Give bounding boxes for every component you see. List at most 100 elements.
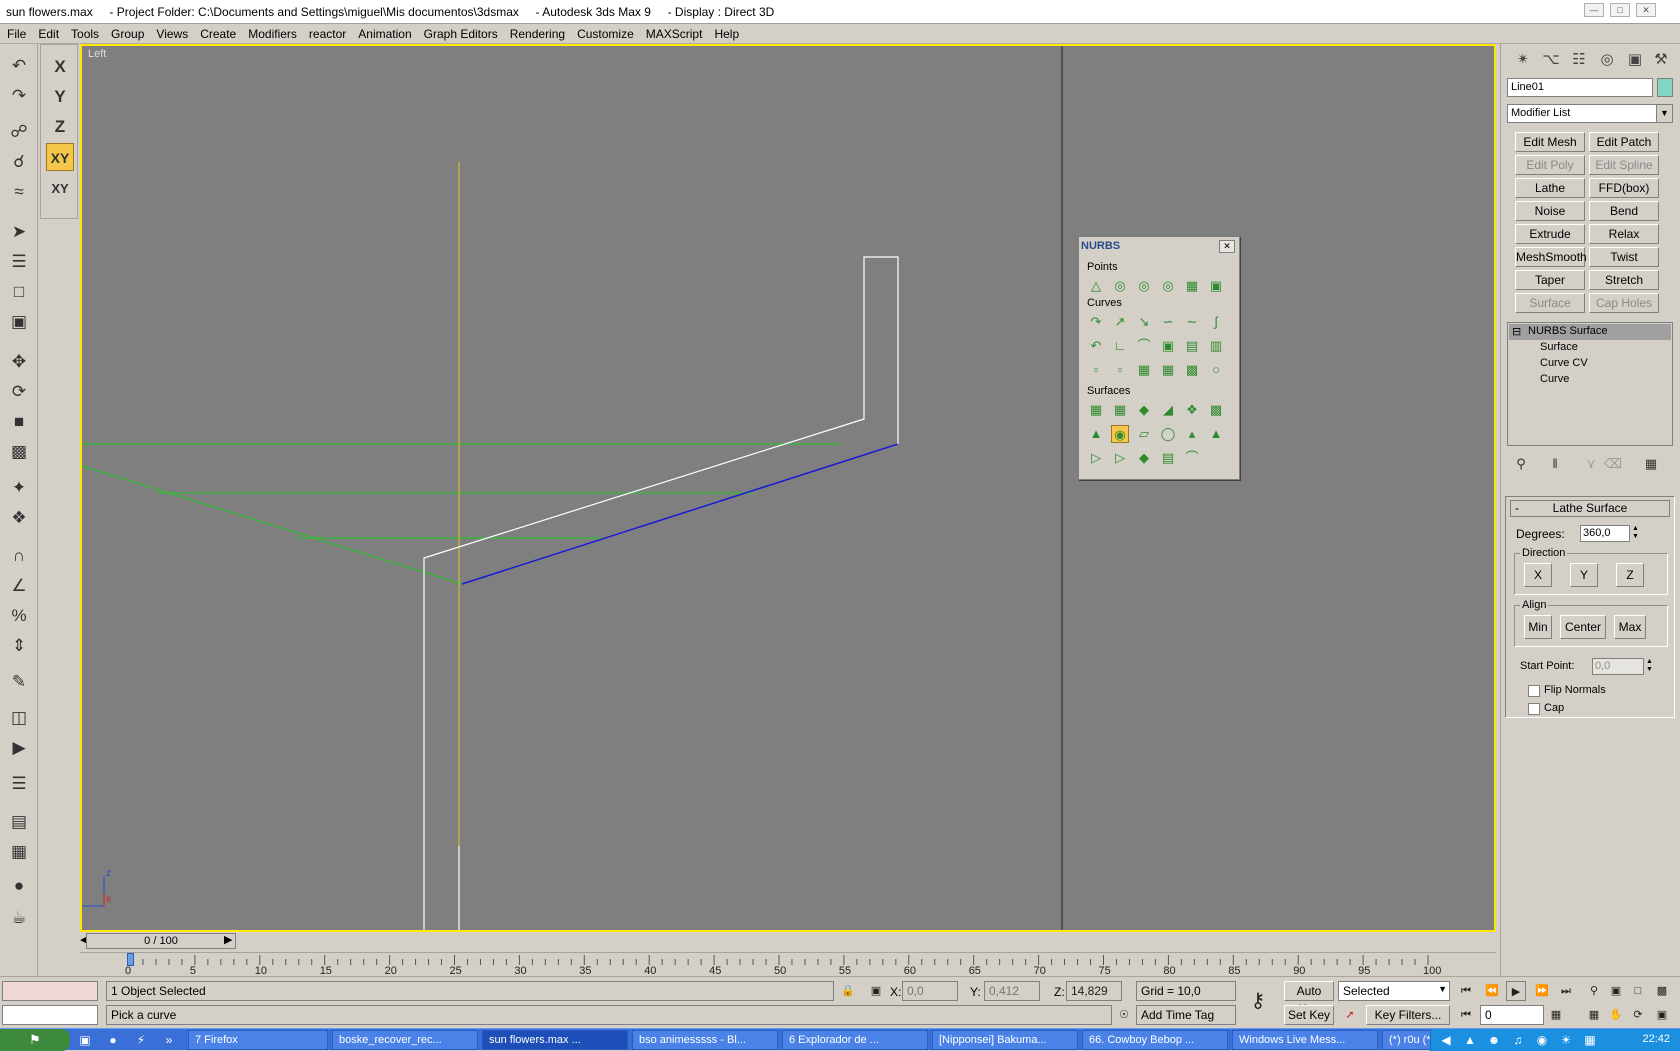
modifier-list-dropdown[interactable]: Modifier List ▼ bbox=[1507, 104, 1673, 123]
task-bso-animes[interactable]: bso animesssss - Bl... bbox=[632, 1030, 778, 1050]
surface-button[interactable]: Surface bbox=[1515, 293, 1585, 313]
u-iso-curve-icon[interactable]: ▤ bbox=[1183, 337, 1201, 355]
stack-item-curve-cv[interactable]: Curve CV bbox=[1540, 357, 1588, 369]
align-center-button[interactable]: Center bbox=[1560, 615, 1606, 639]
close-button[interactable]: ✕ bbox=[1636, 3, 1656, 17]
motion-tab-icon[interactable]: ◎ bbox=[1595, 48, 1619, 72]
viewport-label[interactable]: Left bbox=[88, 48, 106, 60]
remove-modifier-icon[interactable]: ⌫ bbox=[1603, 454, 1623, 474]
percent-snap-icon[interactable]: % bbox=[7, 604, 31, 628]
extrude-button[interactable]: Extrude bbox=[1515, 224, 1585, 244]
stack-expand-icon[interactable]: ⊟ bbox=[1512, 325, 1521, 338]
menu-modifiers[interactable]: Modifiers bbox=[241, 24, 302, 41]
current-frame-marker[interactable] bbox=[127, 953, 134, 966]
restrict-xy-button[interactable]: XY bbox=[46, 143, 74, 171]
spinner-snap-icon[interactable]: ⇕ bbox=[7, 634, 31, 658]
material-editor-icon[interactable]: ● bbox=[7, 874, 31, 898]
tray-update-icon[interactable]: ☀ bbox=[1557, 1031, 1575, 1049]
move-icon[interactable]: ✥ bbox=[7, 350, 31, 374]
task-sun-flowers[interactable]: sun flowers.max ... bbox=[482, 1030, 628, 1050]
time-configuration-icon[interactable]: ▦ bbox=[1546, 1005, 1566, 1025]
task-windows-live[interactable]: Windows Live Mess... bbox=[1232, 1030, 1378, 1050]
pivot-icon[interactable]: ✦ bbox=[7, 476, 31, 500]
time-tag-icon[interactable]: ☉ bbox=[1114, 1005, 1134, 1025]
play-icon[interactable]: ▶ bbox=[1506, 981, 1526, 1001]
mirror-surface-icon[interactable]: ▩ bbox=[1207, 401, 1225, 419]
normal-projected-curve-icon[interactable]: ▫ bbox=[1087, 361, 1105, 379]
display-tab-icon[interactable]: ▣ bbox=[1623, 48, 1647, 72]
align-min-button[interactable]: Min bbox=[1524, 615, 1552, 639]
hierarchy-tab-icon[interactable]: ☷ bbox=[1567, 48, 1591, 72]
auto-key-button[interactable]: Auto Key bbox=[1284, 981, 1334, 1016]
menu-reactor[interactable]: reactor bbox=[302, 24, 351, 41]
offset-surface-icon[interactable]: ❖ bbox=[1183, 401, 1201, 419]
fit-curve-icon[interactable]: ↘ bbox=[1135, 313, 1153, 331]
lathe-button[interactable]: Lathe bbox=[1515, 178, 1585, 198]
absolute-mode-icon[interactable]: ▣ bbox=[866, 981, 886, 1001]
undo-icon[interactable]: ↶ bbox=[7, 54, 31, 78]
nurbs-toolbox[interactable]: NURBS ✕ Points △ ◎ ◎ ◎ ▦ ▣ Curves ↷ ↗ ↘ … bbox=[1078, 236, 1240, 480]
direction-z-button[interactable]: Z bbox=[1616, 563, 1644, 587]
object-color-swatch[interactable] bbox=[1657, 78, 1673, 97]
align-icon[interactable]: ▶ bbox=[7, 736, 31, 760]
cap-holes-button[interactable]: Cap Holes bbox=[1589, 293, 1659, 313]
menu-edit[interactable]: Edit bbox=[31, 24, 64, 41]
viewport-left[interactable]: Left z x bbox=[80, 44, 1496, 932]
previous-frame-icon[interactable]: ⏪ bbox=[1482, 981, 1502, 1001]
z-coord-field[interactable]: 14,829 bbox=[1066, 981, 1122, 1001]
rotate-icon[interactable]: ⟳ bbox=[7, 380, 31, 404]
tray-expand-icon[interactable]: ◀ bbox=[1437, 1031, 1455, 1049]
named-selection-icon[interactable]: ✎ bbox=[7, 670, 31, 694]
select-link-icon[interactable]: ☍ bbox=[7, 120, 31, 144]
next-frame-icon[interactable]: ⏩ bbox=[1532, 981, 1552, 1001]
task-boske[interactable]: boske_recover_rec... bbox=[332, 1030, 478, 1050]
restrict-z-button[interactable]: Z bbox=[46, 113, 74, 141]
tray-volume-icon[interactable]: ♫ bbox=[1509, 1031, 1527, 1049]
surface-edge-curve-icon[interactable]: ○ bbox=[1207, 361, 1225, 379]
direction-x-button[interactable]: X bbox=[1524, 563, 1552, 587]
quicklaunch-more-icon[interactable]: » bbox=[160, 1031, 178, 1049]
edit-spline-button[interactable]: Edit Spline bbox=[1589, 155, 1659, 175]
time-slider[interactable]: 0 / 100 bbox=[86, 933, 236, 949]
cv-surface-icon[interactable]: ▦ bbox=[1087, 401, 1105, 419]
menu-rendering[interactable]: Rendering bbox=[503, 24, 570, 41]
align-max-button[interactable]: Max bbox=[1614, 615, 1646, 639]
zoom-extents-all-icon[interactable]: ▩ bbox=[1652, 981, 1672, 1001]
mirror-icon[interactable]: ◫ bbox=[7, 706, 31, 730]
object-name-field[interactable]: Line01 bbox=[1507, 78, 1653, 97]
quicklaunch-desktop-icon[interactable]: ▣ bbox=[76, 1031, 94, 1049]
offset-curve-icon[interactable]: ∫ bbox=[1207, 313, 1225, 331]
restrict-x-button[interactable]: X bbox=[46, 53, 74, 81]
transform-surface-icon[interactable]: ◆ bbox=[1135, 401, 1153, 419]
go-to-end-icon[interactable]: ⏭ bbox=[1556, 981, 1576, 1001]
point-curve-icon[interactable]: ↗ bbox=[1111, 313, 1129, 331]
current-frame-field[interactable]: 0 bbox=[1480, 1005, 1544, 1025]
uv-loft-surface-icon[interactable]: ▲ bbox=[1207, 425, 1225, 443]
minimize-button[interactable]: — bbox=[1584, 3, 1604, 17]
cv-curve-icon[interactable]: ↷ bbox=[1087, 313, 1105, 331]
key-icon[interactable]: ⚷ bbox=[1248, 991, 1268, 1011]
start-point-spinner-arrows[interactable]: ▲ ▼ bbox=[1646, 658, 1653, 674]
two-rail-sweep-icon[interactable]: ▷ bbox=[1111, 449, 1129, 467]
scale-icon[interactable]: ■ bbox=[7, 410, 31, 434]
bend-button[interactable]: Bend bbox=[1589, 201, 1659, 221]
go-to-start-icon[interactable]: ⏮ bbox=[1456, 981, 1476, 1001]
lock-icon[interactable]: 🔒 bbox=[838, 981, 858, 1001]
tray-device-icon[interactable]: ▦ bbox=[1581, 1031, 1599, 1049]
key-mode-icon[interactable]: ⏮ bbox=[1456, 1005, 1476, 1025]
curve-point-icon[interactable]: ◎ bbox=[1135, 277, 1153, 295]
redo-icon[interactable]: ↷ bbox=[7, 84, 31, 108]
restrict-y-button[interactable]: Y bbox=[46, 83, 74, 111]
menu-animation[interactable]: Animation bbox=[351, 24, 416, 41]
noise-button[interactable]: Noise bbox=[1515, 201, 1585, 221]
menu-create[interactable]: Create bbox=[193, 24, 241, 41]
zoom-icon[interactable]: ⚲ bbox=[1584, 981, 1604, 1001]
stack-item-nurbs-surface[interactable]: NURBS Surface bbox=[1528, 325, 1607, 337]
menu-tools[interactable]: Tools bbox=[64, 24, 104, 41]
relax-button[interactable]: Relax bbox=[1589, 224, 1659, 244]
key-filters-button[interactable]: Key Filters... bbox=[1366, 1005, 1450, 1025]
angle-snap-icon[interactable]: ∠ bbox=[7, 574, 31, 598]
chamfer-curve-icon[interactable]: ∟ bbox=[1111, 337, 1129, 355]
twist-button[interactable]: Twist bbox=[1589, 247, 1659, 267]
default-tangent-icon[interactable]: ➚ bbox=[1340, 1005, 1360, 1025]
